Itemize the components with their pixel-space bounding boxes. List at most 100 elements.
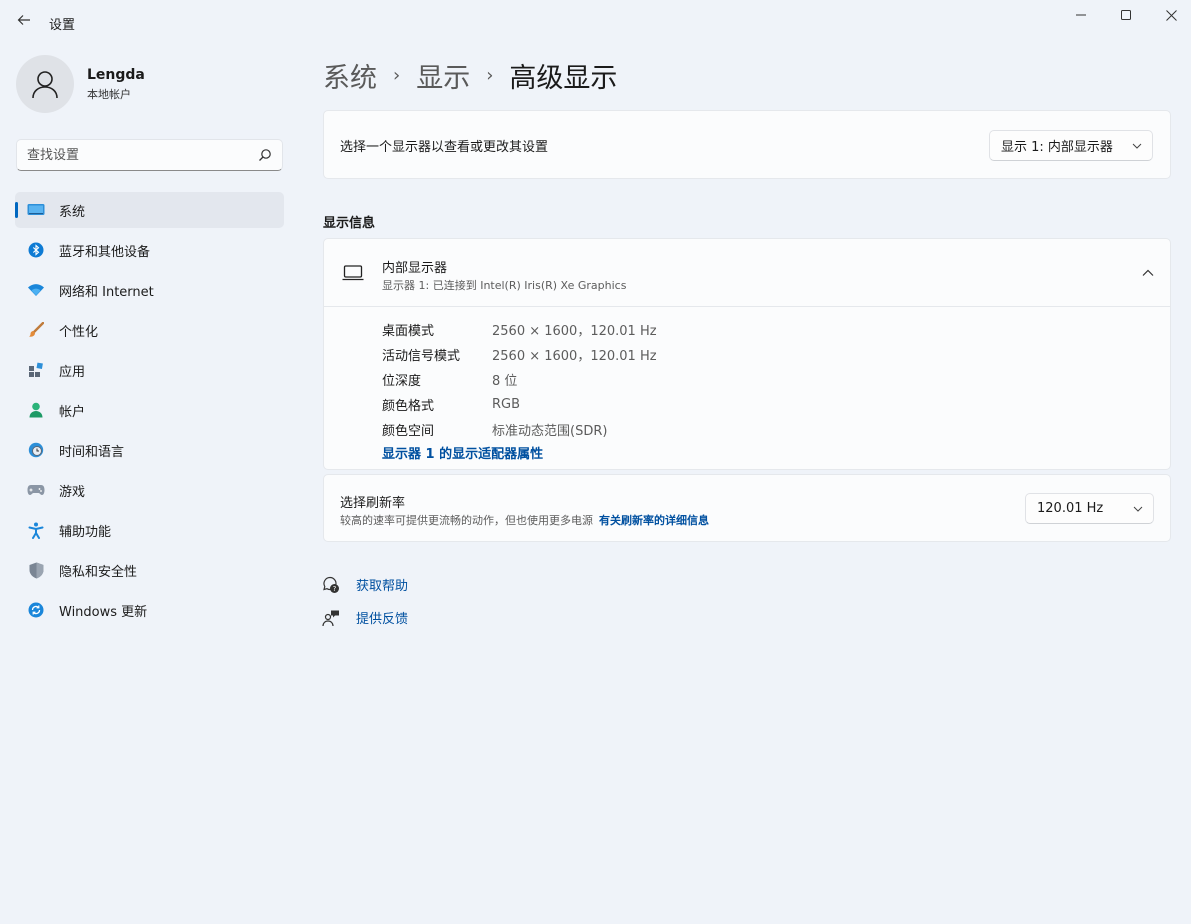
avatar — [16, 55, 74, 113]
page-title: 高级显示 — [509, 63, 618, 94]
chevron-up-icon[interactable] — [1140, 265, 1156, 281]
info-key: 位深度 — [382, 374, 422, 389]
display-adapter-properties-link[interactable]: 显示器 1 的显示适配器属性 — [382, 443, 543, 462]
chevron-right-icon: › — [393, 65, 401, 86]
title-bar: 设置 — [0, 0, 1191, 44]
person-icon — [27, 401, 45, 419]
back-button[interactable] — [14, 12, 34, 32]
display-info-header[interactable]: 内部显示器 显示器 1: 已连接到 Intel(R) Iris(R) Xe Gr… — [324, 239, 1170, 307]
search-input[interactable] — [17, 140, 247, 170]
get-help-label: 获取帮助 — [356, 579, 409, 594]
search-box[interactable] — [16, 139, 283, 171]
refresh-rate-description: 较高的速率可提供更流畅的动作，但也使用更多电源 有关刷新率的详细信息 — [340, 512, 709, 528]
refresh-rate-info-link[interactable]: 有关刷新率的详细信息 — [599, 514, 709, 527]
refresh-rate-value: 120.01 Hz — [1037, 501, 1104, 516]
info-key: 颜色格式 — [382, 399, 435, 414]
sidebar-item-label: Windows 更新 — [59, 604, 148, 620]
sidebar-item-label: 个性化 — [59, 324, 99, 340]
sidebar-item-label: 隐私和安全性 — [59, 564, 138, 580]
refresh-rate-dropdown[interactable]: 120.01 Hz — [1025, 493, 1154, 524]
display-info-subtitle: 显示器 1: 已连接到 Intel(R) Iris(R) Xe Graphics — [382, 279, 627, 292]
chevron-down-icon — [1133, 506, 1143, 512]
shield-icon — [27, 561, 45, 579]
brush-icon — [27, 321, 45, 339]
svg-text:?: ? — [333, 585, 337, 593]
profile-account-type: 本地帐户 — [87, 87, 131, 101]
display-info-title: 内部显示器 — [382, 261, 448, 276]
app-title: 设置 — [49, 18, 76, 33]
sidebar-item-bluetooth[interactable]: 蓝牙和其他设备 — [15, 232, 284, 268]
info-key: 颜色空间 — [382, 424, 435, 439]
display-select-label: 选择一个显示器以查看或更改其设置 — [340, 140, 549, 155]
bluetooth-icon — [27, 241, 45, 259]
close-icon — [1165, 9, 1177, 21]
info-value: RGB — [492, 397, 521, 412]
chevron-down-icon — [1132, 143, 1142, 149]
person-avatar-icon — [32, 71, 58, 99]
sidebar-nav: 系统 蓝牙和其他设备 网络和 Internet 个性化 应用 帐户 时间和语言 … — [15, 192, 284, 632]
info-value: 标准动态范围(SDR) — [492, 424, 608, 439]
sidebar-item-time-language[interactable]: 时间和语言 — [15, 432, 284, 468]
sidebar-item-privacy[interactable]: 隐私和安全性 — [15, 552, 284, 588]
info-row: 活动信号模式 2560 × 1600，120.01 Hz — [382, 342, 657, 367]
give-feedback-label: 提供反馈 — [356, 612, 409, 627]
info-row: 桌面模式 2560 × 1600，120.01 Hz — [382, 317, 657, 342]
refresh-rate-title: 选择刷新率 — [340, 496, 406, 511]
refresh-rate-description-text: 较高的速率可提供更流畅的动作，但也使用更多电源 — [340, 514, 593, 527]
laptop-icon — [342, 265, 364, 281]
sidebar-item-label: 辅助功能 — [59, 524, 112, 540]
display-select-dropdown[interactable]: 显示 1: 内部显示器 — [989, 130, 1153, 161]
refresh-rate-card: 选择刷新率 较高的速率可提供更流畅的动作，但也使用更多电源 有关刷新率的详细信息 … — [323, 474, 1171, 542]
sidebar-item-accounts[interactable]: 帐户 — [15, 392, 284, 428]
sidebar-item-label: 应用 — [59, 364, 86, 380]
sidebar-item-label: 帐户 — [59, 404, 86, 420]
maximize-icon — [1121, 10, 1131, 20]
display-info-section-title: 显示信息 — [323, 216, 376, 231]
sidebar-item-label: 时间和语言 — [59, 444, 125, 460]
user-profile[interactable]: Lengda 本地帐户 — [16, 55, 145, 113]
display-info-rows: 桌面模式 2560 × 1600，120.01 Hz 活动信号模式 2560 ×… — [382, 317, 657, 442]
back-arrow-icon — [17, 15, 30, 25]
get-help-link[interactable]: ? 获取帮助 — [322, 575, 408, 594]
info-row: 位深度 8 位 — [382, 367, 657, 392]
clock-globe-icon — [27, 441, 45, 459]
profile-name: Lengda — [87, 66, 145, 83]
breadcrumb-display[interactable]: 显示 — [416, 56, 470, 95]
help-chat-icon: ? — [322, 576, 340, 594]
wifi-icon — [27, 281, 45, 299]
display-select-value: 显示 1: 内部显示器 — [1001, 140, 1113, 155]
breadcrumb-system[interactable]: 系统 — [323, 56, 377, 95]
info-value: 8 位 — [492, 374, 518, 389]
info-value: 2560 × 1600，120.01 Hz — [492, 324, 657, 339]
update-icon — [27, 601, 45, 619]
sidebar-item-apps[interactable]: 应用 — [15, 352, 284, 388]
minimize-icon — [1076, 14, 1086, 16]
sidebar-item-label: 游戏 — [59, 484, 86, 500]
close-button[interactable] — [1148, 4, 1191, 26]
accessibility-icon — [27, 521, 45, 539]
system-display-icon — [27, 201, 45, 219]
minimize-button[interactable] — [1058, 4, 1104, 26]
info-row: 颜色空间 标准动态范围(SDR) — [382, 417, 657, 442]
info-value: 2560 × 1600，120.01 Hz — [492, 349, 657, 364]
breadcrumb: 系统 › 显示 › 高级显示 — [323, 56, 617, 95]
info-key: 桌面模式 — [382, 324, 435, 339]
display-select-card: 选择一个显示器以查看或更改其设置 显示 1: 内部显示器 — [323, 110, 1171, 179]
maximize-button[interactable] — [1103, 4, 1149, 26]
chevron-right-icon: › — [486, 65, 494, 86]
sidebar-item-label: 网络和 Internet — [59, 284, 154, 300]
give-feedback-link[interactable]: 提供反馈 — [322, 608, 408, 627]
gamepad-icon — [27, 481, 45, 499]
search-icon[interactable] — [258, 148, 272, 162]
feedback-icon — [322, 609, 340, 627]
info-key: 活动信号模式 — [382, 349, 461, 364]
sidebar-item-accessibility[interactable]: 辅助功能 — [15, 512, 284, 548]
info-row: 颜色格式 RGB — [382, 392, 657, 417]
sidebar-item-windows-update[interactable]: Windows 更新 — [15, 592, 284, 628]
sidebar-item-network[interactable]: 网络和 Internet — [15, 272, 284, 308]
sidebar-item-gaming[interactable]: 游戏 — [15, 472, 284, 508]
sidebar-item-label: 蓝牙和其他设备 — [59, 244, 151, 260]
apps-icon — [27, 361, 45, 379]
sidebar-item-system[interactable]: 系统 — [15, 192, 284, 228]
sidebar-item-personalization[interactable]: 个性化 — [15, 312, 284, 348]
